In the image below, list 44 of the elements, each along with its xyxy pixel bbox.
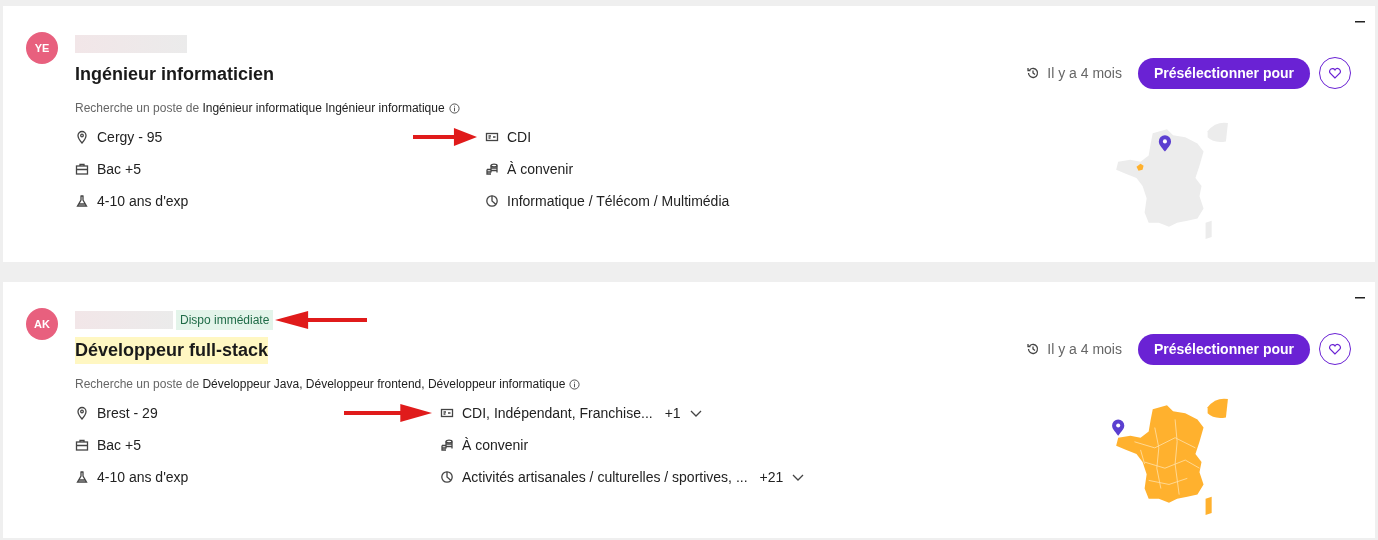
avatar: YE [26, 32, 58, 64]
flask-icon [75, 194, 89, 208]
detail-text: 4-10 ans d'exp [97, 191, 189, 211]
heart-icon [1328, 67, 1342, 79]
detail-text: À convenir [507, 159, 574, 179]
search-text: Recherche un poste de Ingénieur informatique Ingénieur informatique [75, 100, 445, 117]
history-icon [1026, 66, 1041, 80]
detail-text: Bac +5 [97, 159, 141, 179]
time-ago: Il y a 4 mois [1047, 339, 1122, 359]
history-icon [1026, 342, 1041, 356]
detail-text: Brest - 29 [97, 403, 158, 423]
id-card-icon [440, 406, 454, 420]
detail-text: Activités artisanales / culturelles / sportives, ... [462, 467, 748, 487]
briefcase-icon [75, 438, 89, 452]
info-icon [569, 378, 581, 390]
more-count: +1 [664, 403, 681, 423]
profile-title[interactable]: Développeur full-stack [75, 336, 269, 364]
pie-chart-icon [440, 470, 454, 484]
preselect-button[interactable]: Présélectionner pour [1137, 57, 1310, 89]
briefcase-icon [75, 162, 89, 176]
detail-text: Bac +5 [97, 435, 141, 455]
id-card-icon [485, 130, 499, 144]
minimize-icon [1355, 21, 1365, 23]
coins-icon [485, 162, 499, 176]
minimize-icon [1355, 297, 1365, 299]
preselect-button[interactable]: Présélectionner pour [1137, 333, 1310, 365]
profile-title[interactable]: Ingénieur informaticien [75, 60, 275, 88]
pie-chart-icon [485, 194, 499, 208]
coins-icon [440, 438, 454, 452]
detail-text: Informatique / Télécom / Multimédia [507, 191, 730, 211]
avatar: AK [26, 308, 58, 340]
detail-text: Cergy - 95 [97, 127, 163, 147]
detail-text: 4-10 ans d'exp [97, 467, 189, 487]
heart-icon [1328, 343, 1342, 355]
map-pin-icon [75, 130, 89, 144]
more-count: +21 [759, 467, 784, 487]
map-pin-icon [75, 406, 89, 420]
search-text: Recherche un poste de Développeur Java, Développeur frontend, Développeur informatique [75, 376, 566, 393]
info-icon [448, 102, 460, 114]
flask-icon [75, 470, 89, 484]
detail-text: À convenir [462, 435, 529, 455]
detail-text: CDI, Indépendant, Franchise... [462, 403, 653, 423]
time-ago: Il y a 4 mois [1047, 63, 1122, 83]
detail-text: CDI [507, 127, 532, 147]
